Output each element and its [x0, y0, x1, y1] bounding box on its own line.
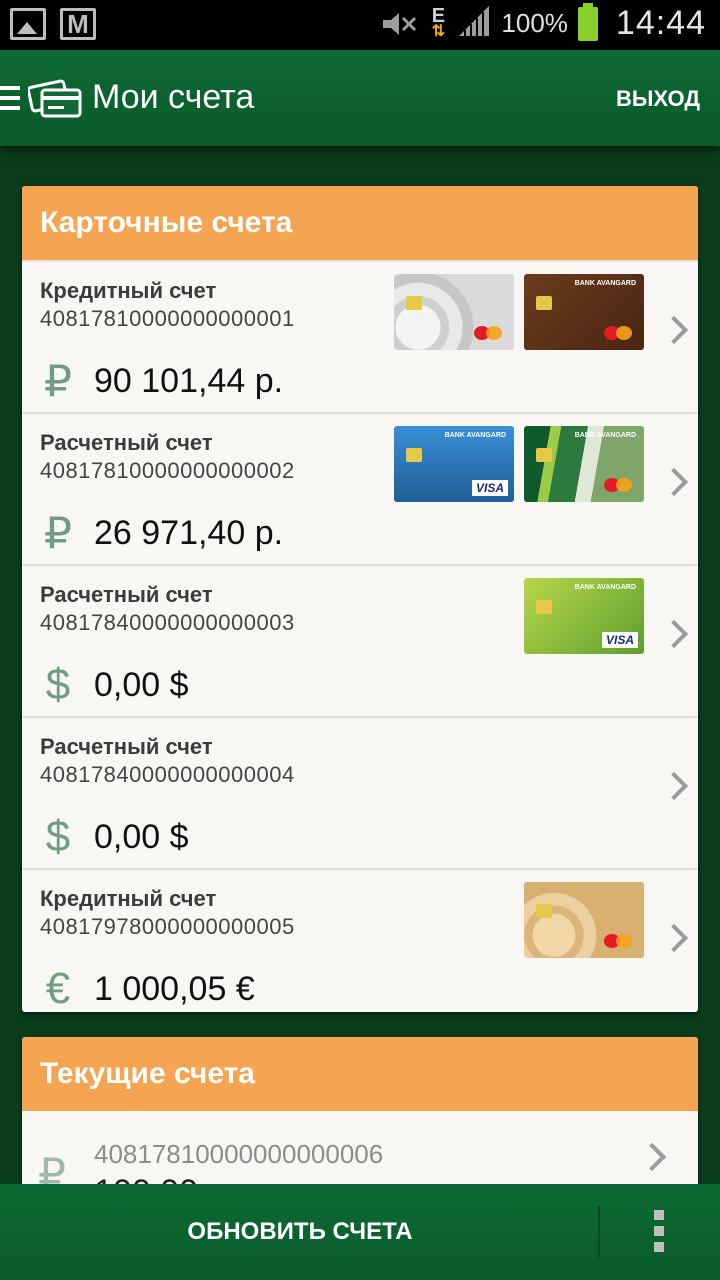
account-type: Расчетный счет — [40, 734, 213, 759]
mute-icon — [379, 10, 419, 38]
gallery-icon — [10, 8, 46, 40]
account-balance: 1 000,05 € — [94, 970, 255, 1008]
battery-icon — [577, 2, 598, 41]
chevron-right-icon[interactable] — [659, 315, 689, 345]
page-title: Мои счета — [92, 78, 255, 116]
clock: 14:44 — [615, 4, 706, 42]
account-balance: 26 971,40 р. — [94, 514, 284, 552]
chevron-right-icon[interactable] — [637, 1142, 667, 1172]
account-balance: 0,00 $ — [94, 666, 189, 704]
section-header: Текущие счета — [22, 1037, 698, 1111]
brown-card-image: BANK AVANGARD — [524, 274, 644, 350]
ruble-icon: ₽ — [44, 357, 72, 406]
bottom-bar: ОБНОВИТЬ СЧЕТА — [0, 1184, 720, 1280]
action-bar: Мои счета ВЫХОД — [0, 50, 720, 146]
dollar-icon: $ — [45, 812, 71, 861]
section-header: Карточные счета — [22, 186, 698, 260]
silver-card-image — [394, 274, 514, 350]
account-number: 40817810000000000002 — [40, 458, 295, 483]
overflow-menu-icon[interactable] — [654, 1210, 664, 1258]
card-accounts-section: Карточные счета Кредитный счет 408178100… — [22, 186, 698, 1012]
account-number: 40817810000000000001 — [40, 306, 295, 331]
account-type: Расчетный счет — [40, 582, 213, 607]
refresh-accounts-button[interactable]: ОБНОВИТЬ СЧЕТА — [0, 1184, 600, 1280]
green-card-image: BANK AVANGARD VISA — [524, 578, 644, 654]
account-number: 40817810000000000006 — [94, 1139, 384, 1169]
chevron-right-icon[interactable] — [659, 467, 689, 497]
account-row[interactable]: Кредитный счет 40817810000000000001 ₽ 90… — [22, 260, 698, 412]
euro-icon: € — [45, 964, 71, 1012]
account-row[interactable]: Расчетный счет 40817810000000000002 ₽ 26… — [22, 412, 698, 564]
account-row[interactable]: Расчетный счет 40817840000000000003 $ 0,… — [22, 564, 698, 716]
chevron-right-icon[interactable] — [659, 923, 689, 953]
divider — [598, 1206, 600, 1258]
account-type: Кредитный счет — [40, 886, 217, 911]
account-balance: 90 101,44 р. — [94, 362, 284, 400]
account-row[interactable]: Кредитный счет 40817978000000000005 € 1 … — [22, 868, 698, 1012]
chevron-right-icon[interactable] — [659, 619, 689, 649]
account-type: Расчетный счет — [40, 430, 213, 455]
signal-icon — [457, 4, 491, 43]
account-type: Кредитный счет — [40, 278, 217, 303]
dollar-icon: $ — [45, 660, 71, 709]
network-type-icon: E ⇅ — [431, 4, 446, 40]
status-bar: M E ⇅ 100% 14:44 — [0, 0, 720, 50]
green-stripe-card-image: BANK AVANGARD — [524, 426, 644, 502]
chevron-right-icon[interactable] — [659, 771, 689, 801]
blue-card-image: BANK AVANGARD VISA — [394, 426, 514, 502]
gmail-icon: M — [60, 8, 96, 40]
account-number: 40817840000000000003 — [40, 610, 295, 635]
battery-percent: 100% — [501, 8, 568, 38]
account-number: 40817978000000000005 — [40, 914, 295, 939]
logout-button[interactable]: ВЫХОД — [616, 86, 700, 112]
account-number: 40817840000000000004 — [40, 762, 295, 787]
account-balance: 0,00 $ — [94, 818, 189, 856]
ruble-icon: ₽ — [44, 509, 72, 558]
cards-icon[interactable] — [26, 78, 82, 118]
account-row[interactable]: Расчетный счет 40817840000000000004 $ 0,… — [22, 716, 698, 868]
gold-card-image — [524, 882, 644, 958]
menu-icon[interactable] — [0, 86, 20, 116]
